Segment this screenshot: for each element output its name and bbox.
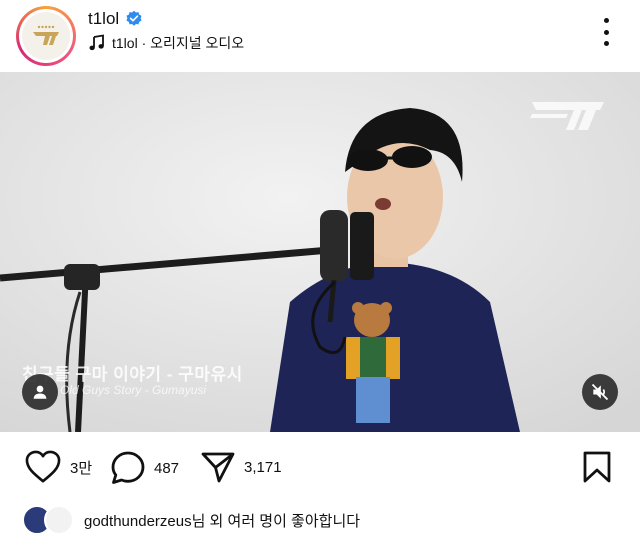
liked-by-avatars: [22, 505, 76, 535]
heart-icon: [25, 450, 61, 483]
liked-by-row[interactable]: godthunderzeus님 외 여러 명이 좋아합니다: [22, 505, 360, 535]
liker-avatar: [44, 505, 74, 535]
comment-action[interactable]: 487: [110, 450, 179, 486]
post-video[interactable]: 친구들 구마 이야기 - 구마유시 Old Guys Story - Gumay…: [0, 72, 640, 432]
mute-button[interactable]: [582, 374, 618, 410]
speaker-muted-icon: [591, 383, 609, 401]
send-icon: [201, 452, 235, 483]
video-caption-english: Old Guys Story - Gumayusi: [60, 383, 207, 397]
verified-badge-icon: [126, 10, 142, 26]
like-action[interactable]: 3만: [24, 450, 92, 484]
audio-link[interactable]: t1lol · 오리지널 오디오: [88, 33, 244, 53]
share-count: 3,171: [244, 458, 282, 476]
comment-icon: [111, 451, 145, 484]
save-button[interactable]: [582, 450, 612, 489]
person-icon: [33, 385, 47, 399]
tagged-users-button[interactable]: [22, 374, 58, 410]
more-dot-icon: [603, 41, 609, 46]
more-dot-icon: [603, 18, 609, 23]
share-action[interactable]: 3,171: [200, 450, 282, 484]
like-count: 3만: [70, 459, 93, 477]
comment-count: 487: [154, 459, 180, 477]
more-options-button[interactable]: [594, 16, 618, 48]
post-actions-bar: 3만 487 3,171: [0, 442, 640, 492]
post-header: t1lol t1lol · 오리지널 오디오: [0, 0, 640, 72]
audio-label: t1lol · 오리지널 오디오: [112, 35, 245, 51]
t1-logo-icon: [22, 12, 70, 60]
more-dot-icon: [603, 29, 609, 35]
bookmark-icon: [583, 451, 611, 483]
music-note-icon: [89, 34, 104, 51]
liked-by-text: godthunderzeus님 외 여러 명이 좋아합니다: [84, 512, 361, 530]
profile-avatar[interactable]: [16, 6, 76, 66]
username[interactable]: t1lol: [88, 9, 119, 29]
